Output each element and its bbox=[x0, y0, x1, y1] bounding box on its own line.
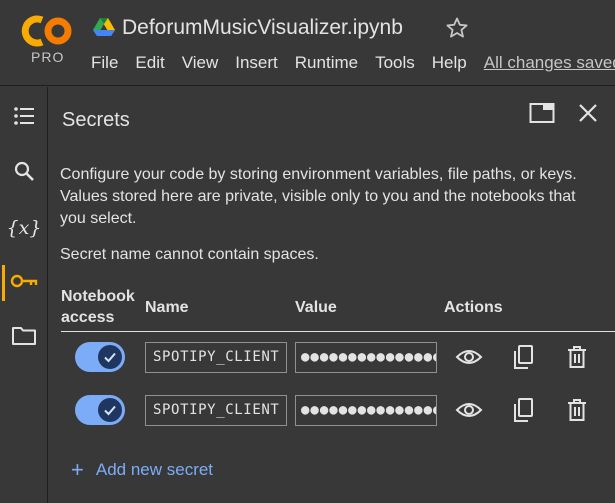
check-icon bbox=[98, 398, 122, 422]
open-in-tab-icon[interactable] bbox=[529, 102, 555, 129]
panel-title: Secrets bbox=[62, 109, 130, 131]
secret-value-input[interactable]: ●●●●●●●●●●●●●●●● bbox=[295, 395, 437, 426]
menu-insert[interactable]: Insert bbox=[235, 53, 278, 73]
pro-badge: PRO bbox=[31, 49, 65, 65]
star-icon[interactable] bbox=[445, 16, 469, 45]
delete-icon[interactable] bbox=[563, 396, 591, 424]
notebook-access-toggle[interactable] bbox=[75, 342, 125, 372]
secret-value-input[interactable]: ●●●●●●●●●●●●●●●● bbox=[295, 342, 437, 373]
column-header-access: Notebook access bbox=[61, 288, 135, 326]
add-new-secret-label: Add new secret bbox=[95, 460, 214, 479]
key-icon bbox=[10, 272, 38, 295]
menu-bar: File Edit View Insert Runtime Tools Help… bbox=[91, 53, 615, 73]
column-header-actions: Actions bbox=[444, 299, 503, 316]
top-bar: PRO DeforumMusicVisualizer.ipynb File Ed… bbox=[0, 0, 615, 86]
menu-tools[interactable]: Tools bbox=[375, 53, 415, 73]
secret-name-input[interactable]: SPOTIPY_CLIENT bbox=[145, 395, 287, 426]
colab-logo[interactable] bbox=[20, 14, 74, 48]
secret-row: SPOTIPY_CLIENT ●●●●●●●●●●●●●●●● bbox=[49, 332, 615, 382]
secret-row: SPOTIPY_CLIENT ●●●●●●●●●●●●●●●● bbox=[49, 385, 615, 435]
secret-name-input[interactable]: SPOTIPY_CLIENT bbox=[145, 342, 287, 373]
copy-icon[interactable] bbox=[509, 396, 537, 424]
table-of-contents-icon bbox=[12, 104, 36, 133]
copy-icon[interactable] bbox=[509, 343, 537, 371]
show-value-icon[interactable] bbox=[455, 396, 483, 424]
variables-button[interactable]: {x} bbox=[0, 208, 48, 248]
secrets-panel: Secrets Configure your code by storing e… bbox=[49, 87, 615, 503]
left-rail: {x} bbox=[0, 87, 48, 503]
search-button[interactable] bbox=[0, 153, 48, 193]
drive-icon[interactable] bbox=[93, 17, 115, 42]
close-icon[interactable] bbox=[577, 102, 599, 129]
variables-icon: {x} bbox=[6, 217, 42, 239]
delete-icon[interactable] bbox=[563, 343, 591, 371]
files-button[interactable] bbox=[0, 318, 48, 358]
search-icon bbox=[12, 159, 36, 188]
menu-runtime[interactable]: Runtime bbox=[295, 53, 358, 73]
menu-file[interactable]: File bbox=[91, 53, 118, 73]
menu-help[interactable]: Help bbox=[432, 53, 467, 73]
column-header-name: Name bbox=[145, 299, 189, 316]
notebook-access-toggle[interactable] bbox=[75, 395, 125, 425]
menu-edit[interactable]: Edit bbox=[135, 53, 164, 73]
check-icon bbox=[98, 345, 122, 369]
notebook-title[interactable]: DeforumMusicVisualizer.ipynb bbox=[122, 16, 403, 40]
secrets-button[interactable] bbox=[0, 263, 48, 303]
add-new-secret-button[interactable]: + Add new secret bbox=[71, 457, 214, 482]
folder-icon bbox=[11, 325, 37, 352]
menu-view[interactable]: View bbox=[182, 53, 219, 73]
show-value-icon[interactable] bbox=[455, 343, 483, 371]
save-status-link[interactable]: All changes saved bbox=[484, 53, 615, 73]
column-header-value: Value bbox=[295, 299, 337, 316]
table-of-contents-button[interactable] bbox=[0, 98, 48, 138]
secrets-name-note: Secret name cannot contain spaces. bbox=[60, 246, 319, 263]
secrets-description: Configure your code by storing environme… bbox=[60, 166, 577, 227]
plus-icon: + bbox=[71, 457, 84, 482]
